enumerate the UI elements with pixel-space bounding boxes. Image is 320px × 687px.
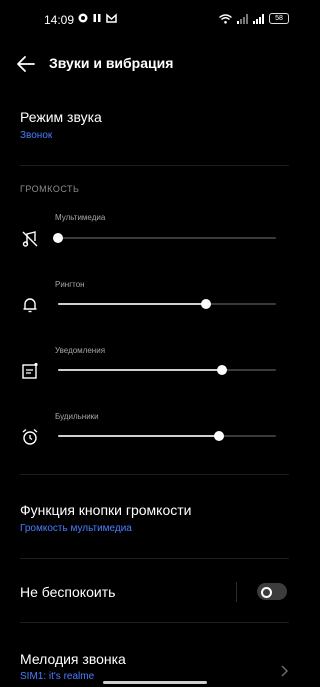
notification-volume-slider[interactable] <box>58 365 276 375</box>
wifi-icon <box>219 13 232 24</box>
divider <box>20 622 289 623</box>
slider-thumb[interactable] <box>53 233 63 243</box>
divider <box>20 558 289 559</box>
volume-button-function-value: Громкость мультимедиа <box>20 523 132 534</box>
status-notification-icons <box>78 13 117 23</box>
back-arrow-icon <box>17 56 35 72</box>
notification-app-icon <box>78 13 88 23</box>
status-bar: 14:09 58 <box>0 0 309 38</box>
status-system-icons: 58 <box>219 13 289 24</box>
divider <box>20 474 289 475</box>
sound-mode-item[interactable]: Режим звука Звонок <box>20 109 289 141</box>
alarm-clock-icon <box>20 427 40 447</box>
volume-section-header: ГРОМКОСТЬ <box>20 184 80 194</box>
media-volume-label: Мультимедиа <box>55 213 106 222</box>
bell-icon <box>20 295 40 315</box>
app-bar: Звуки и вибрация <box>0 44 309 84</box>
dnd-item[interactable]: Не беспокоить <box>20 584 229 600</box>
sound-mode-value: Звонок <box>20 130 53 141</box>
slider-fill <box>58 435 220 437</box>
ringtone-title: Мелодия звонка <box>20 651 126 667</box>
slider-fill <box>58 303 207 305</box>
page-title: Звуки и вибрация <box>49 55 174 71</box>
status-time: 14:09 <box>44 13 75 27</box>
sound-mode-title: Режим звука <box>20 109 102 125</box>
toggle-knob <box>261 587 272 598</box>
media-volume-slider[interactable] <box>53 233 276 243</box>
vertical-separator <box>236 582 237 602</box>
ringtone-volume-slider[interactable] <box>58 299 276 309</box>
slider-track <box>58 237 276 239</box>
slider-thumb[interactable] <box>214 431 225 441</box>
volume-button-function-item[interactable]: Функция кнопки громкости Громкость мульт… <box>20 502 289 534</box>
pause-app-icon <box>93 14 101 22</box>
alarm-volume-slider[interactable] <box>58 431 276 441</box>
battery-icon: 58 <box>269 13 289 24</box>
alarm-volume-label: Будильники <box>55 412 99 421</box>
chevron-right-icon <box>278 664 290 678</box>
dnd-toggle[interactable] <box>257 583 287 600</box>
music-off-icon <box>20 229 40 249</box>
gmail-icon <box>106 13 117 23</box>
signal-sim1-icon <box>237 13 248 24</box>
notification-icon <box>20 361 40 381</box>
back-button[interactable] <box>14 53 38 75</box>
dnd-title: Не беспокоить <box>20 584 116 600</box>
ringtone-volume-label: Рингтон <box>55 280 85 289</box>
divider <box>20 165 289 166</box>
slider-thumb[interactable] <box>216 365 227 375</box>
ringtone-item[interactable]: Мелодия звонка SIM1: it's realme <box>20 651 289 682</box>
slider-thumb[interactable] <box>201 299 212 309</box>
signal-sim2-icon <box>253 13 264 24</box>
volume-button-function-title: Функция кнопки громкости <box>20 502 192 518</box>
home-indicator[interactable] <box>103 681 207 684</box>
slider-fill <box>58 369 222 371</box>
notification-volume-label: Уведомления <box>55 346 106 355</box>
